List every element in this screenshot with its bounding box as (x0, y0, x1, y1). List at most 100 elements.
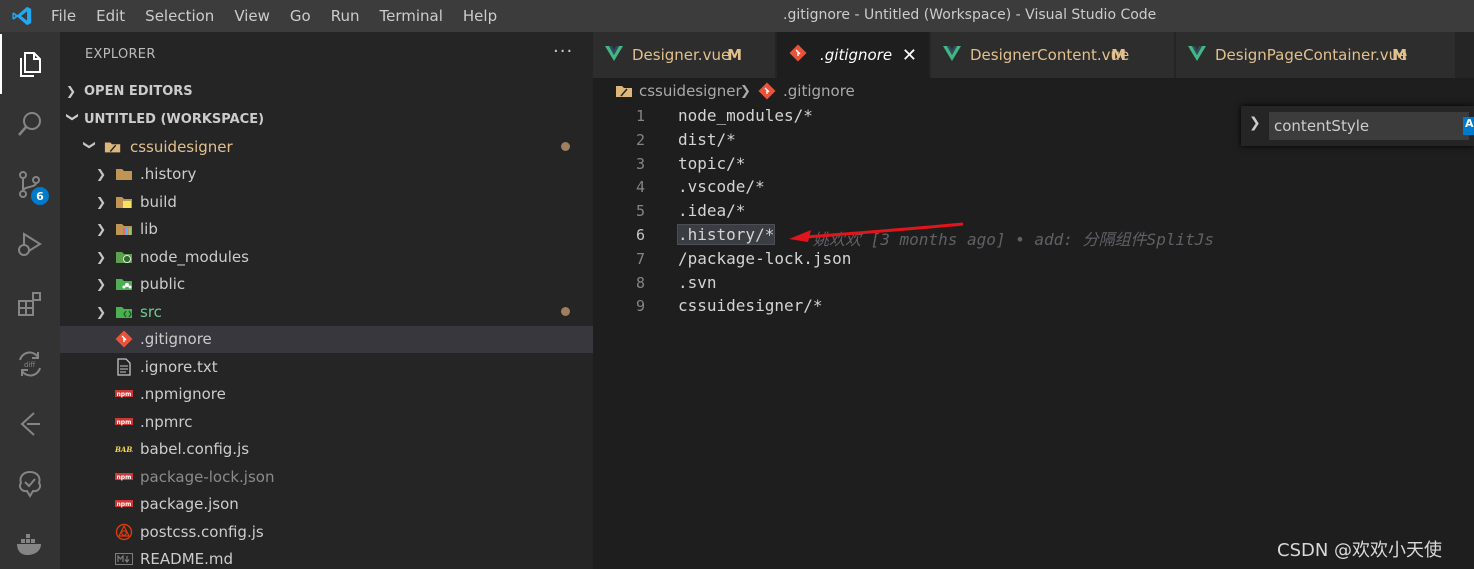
tab-label: DesignPageContainer.vue (1215, 46, 1408, 64)
tree-folder-item[interactable]: ❯ .history (60, 161, 593, 188)
tree-file-item[interactable]: README.md (60, 546, 593, 569)
editor-tab[interactable]: DesignerContent.vue M (931, 32, 1175, 78)
code-text: .history/* (676, 224, 776, 245)
menu-edit[interactable]: Edit (86, 0, 135, 32)
tree-item-label: lib (140, 220, 158, 238)
tree-file-item[interactable]: postcss.config.js (60, 518, 593, 545)
breadcrumb-separator-icon: ❯ (740, 83, 751, 99)
tree-file-item[interactable]: npm package-lock.json (60, 463, 593, 490)
tree-file-item[interactable]: BABEL babel.config.js (60, 436, 593, 463)
explorer-icon[interactable] (0, 34, 60, 94)
vscode-logo-icon[interactable] (11, 5, 33, 27)
tree-item-label: README.md (140, 550, 234, 568)
tree-item-label: .ignore.txt (140, 357, 218, 376)
tree-folder-item[interactable]: ❯ src (60, 298, 593, 325)
line-number: 2 (635, 130, 645, 149)
menu-selection[interactable]: Selection (135, 0, 224, 32)
workspace-label: UNTITLED (WORKSPACE) (84, 111, 265, 127)
tree-item-label: babel.config.js (140, 440, 250, 458)
workspace-header[interactable]: ❯ UNTITLED (WORKSPACE) (60, 106, 593, 132)
folder-icon (115, 165, 133, 183)
chevron-right-icon: ❯ (96, 194, 107, 209)
markdown-icon (115, 550, 133, 568)
menu-run[interactable]: Run (321, 0, 370, 32)
find-widget: ❯ A (1241, 106, 1474, 146)
search-icon[interactable] (0, 94, 60, 154)
code-line[interactable]: node_modules/* (678, 106, 813, 125)
line-number: 3 (635, 154, 645, 173)
editor-tabs: Designer.vue M .gitignore ✕ DesignerContent.… (593, 32, 1474, 78)
code-line[interactable]: /package-lock.json (678, 249, 851, 268)
docker-icon[interactable] (0, 514, 60, 569)
code-line[interactable]: cssuidesigner/* (678, 296, 823, 315)
tree-folder-item[interactable]: ❯ cssuidesigner (60, 133, 593, 160)
postcss-icon (115, 523, 133, 541)
line-number: 5 (635, 202, 645, 221)
line-number: 8 (635, 273, 645, 292)
code-text: topic/* (678, 153, 746, 173)
code-text: node_modules/* (678, 106, 813, 125)
tree-item-label: src (140, 302, 162, 321)
code-line[interactable]: .history/* (676, 224, 776, 245)
chevron-right-icon[interactable]: ❯ (1249, 115, 1261, 131)
tree-item-label: .gitignore (140, 330, 212, 348)
tree-file-item[interactable]: npm package.json (60, 491, 593, 518)
tree-folder-item[interactable]: ❯ public (60, 271, 593, 298)
editor-tab[interactable]: .gitignore ✕ (777, 32, 930, 78)
menu-file[interactable]: File (41, 0, 86, 32)
code-line[interactable]: .idea/* (678, 201, 745, 220)
tree-item-label: package-lock.json (140, 467, 275, 486)
extensions-icon[interactable] (0, 274, 60, 334)
more-actions-button[interactable]: ··· (553, 41, 573, 62)
tree-item-label: package.json (140, 495, 239, 513)
code-text: cssuidesigner/* (678, 296, 823, 316)
tree-folder-item[interactable]: ❯ build (60, 188, 593, 215)
git-diff-icon[interactable]: diff (0, 334, 60, 394)
breadcrumb: cssuidesigner ❯ .gitignore (593, 78, 1474, 104)
tree-item-label: .history (140, 165, 197, 183)
menu-view[interactable]: View (224, 0, 280, 32)
breadcrumb-file[interactable]: .gitignore (783, 82, 855, 100)
line-number: 7 (635, 249, 645, 268)
breadcrumb-folder[interactable]: cssuidesigner (639, 82, 742, 100)
run-debug-icon[interactable] (0, 214, 60, 274)
editor-tab[interactable]: DesignPageContainer.vue M (1176, 32, 1456, 78)
tree-icon[interactable] (0, 454, 60, 514)
code-line[interactable]: .svn (678, 273, 717, 292)
source-control-icon[interactable]: 6 (0, 154, 60, 214)
timeline-icon[interactable] (0, 394, 60, 454)
npm-icon: npm (115, 413, 133, 431)
modified-dot-icon (561, 142, 570, 151)
find-input[interactable] (1269, 112, 1469, 140)
open-editors-header[interactable]: ❯ OPEN EDITORS (60, 78, 593, 104)
menu-help[interactable]: Help (453, 0, 507, 32)
code-line[interactable]: dist/* (678, 130, 736, 149)
line-number: 6 (635, 226, 645, 244)
svg-text:npm: npm (117, 474, 132, 481)
match-case-toggle[interactable]: A (1463, 117, 1474, 135)
chevron-right-icon: ❯ (96, 249, 107, 264)
tree-folder-item[interactable]: ❯ node_modules (60, 243, 593, 270)
folder-lib-icon (115, 220, 133, 238)
babel-icon: BABEL (115, 440, 133, 458)
tree-item-label: postcss.config.js (140, 522, 264, 541)
tree-file-item[interactable]: .ignore.txt (60, 353, 593, 380)
scm-badge: 6 (31, 187, 49, 205)
tree-file-item[interactable]: npm .npmignore (60, 381, 593, 408)
editor-tab[interactable]: Designer.vue M (593, 32, 776, 78)
tree-file-item[interactable]: npm .npmrc (60, 408, 593, 435)
tree-item-label: .npmrc (140, 412, 193, 431)
close-icon[interactable]: ✕ (902, 45, 917, 66)
editor-area: Designer.vue M .gitignore ✕ DesignerContent.… (593, 32, 1474, 569)
menu-bar: File Edit Selection View Go Run Terminal Help (41, 0, 507, 32)
tree-folder-item[interactable]: ❯ lib (60, 216, 593, 243)
activity-bar: 6 diff (0, 32, 60, 569)
chevron-right-icon: ❯ (96, 167, 107, 181)
code-line[interactable]: topic/* (678, 154, 745, 173)
menu-terminal[interactable]: Terminal (370, 0, 453, 32)
code-text: .idea/* (678, 201, 746, 221)
folder-public-icon (115, 275, 133, 293)
code-line[interactable]: .vscode/* (678, 177, 765, 196)
tree-file-item[interactable]: .gitignore (60, 325, 593, 353)
menu-go[interactable]: Go (280, 0, 321, 32)
